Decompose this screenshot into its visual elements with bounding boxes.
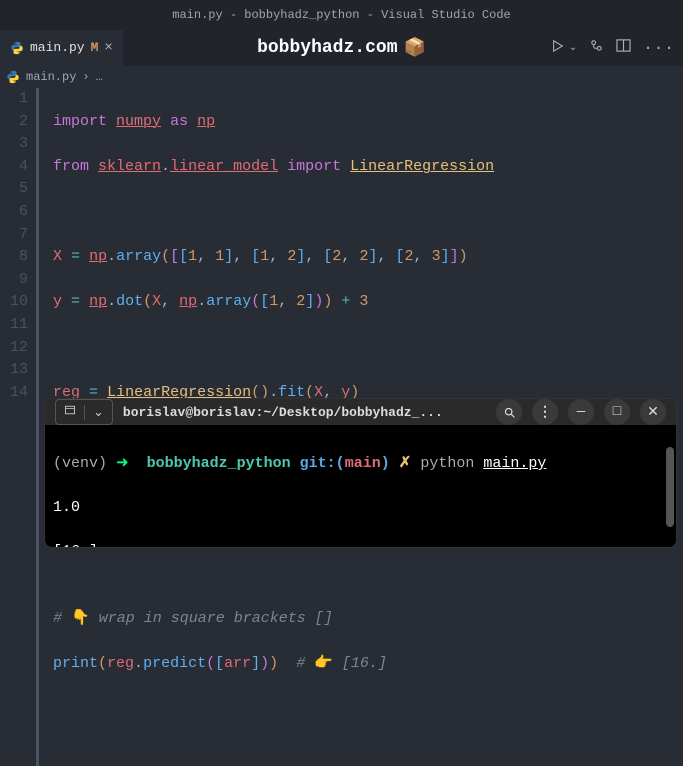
breadcrumb-more: … xyxy=(96,70,103,84)
close-button[interactable]: ✕ xyxy=(640,399,666,425)
terminal-new-tab[interactable]: ⌄ xyxy=(55,399,113,425)
window-titlebar: main.py - bobbyhadz_python - Visual Stud… xyxy=(0,0,683,30)
line-gutter: 1234567891011121314 xyxy=(0,88,36,766)
terminal-header: ⌄ borislav@borislav:~/Desktop/bobbyhadz_… xyxy=(45,399,676,425)
python-icon xyxy=(6,70,20,84)
tab-filename: main.py xyxy=(30,40,85,55)
compare-icon[interactable] xyxy=(589,38,604,58)
breadcrumb-separator: › xyxy=(82,70,89,84)
maximize-button[interactable]: □ xyxy=(604,399,630,425)
terminal-body[interactable]: (venv) ➜ bobbyhadz_python git:(main) ✗ p… xyxy=(45,425,676,548)
run-icon[interactable] xyxy=(551,39,565,58)
tab-close-icon[interactable]: × xyxy=(104,40,112,56)
terminal-line: (venv) ➜ bobbyhadz_python git:(main) ✗ p… xyxy=(53,453,668,475)
run-dropdown-icon[interactable]: ⌄ xyxy=(569,42,577,54)
terminal-window: ⌄ borislav@borislav:~/Desktop/bobbyhadz_… xyxy=(44,398,677,548)
chevron-down-icon: ⌄ xyxy=(84,405,112,420)
terminal-output: 1.0 xyxy=(53,497,668,519)
package-icon: 📦 xyxy=(404,37,426,59)
editor-actions: ⌄ ··· xyxy=(551,38,675,58)
breadcrumb[interactable]: main.py › … xyxy=(0,66,683,88)
breadcrumb-file: main.py xyxy=(26,70,76,84)
search-button[interactable] xyxy=(496,399,522,425)
menu-button[interactable]: ⋮ xyxy=(532,399,558,425)
watermark: bobbyhadz.com 📦 xyxy=(257,37,426,59)
tab-main-py[interactable]: main.py M × xyxy=(0,30,123,66)
minimize-button[interactable]: — xyxy=(568,399,594,425)
tab-bar: main.py M × bobbyhadz.com 📦 ⌄ ··· xyxy=(0,30,683,66)
tab-modified-indicator: M xyxy=(91,40,99,55)
python-icon xyxy=(10,41,24,55)
terminal-output: [16.] xyxy=(53,541,668,548)
watermark-text: bobbyhadz.com xyxy=(257,38,397,58)
terminal-scrollbar[interactable] xyxy=(666,447,674,527)
window-title: main.py - bobbyhadz_python - Visual Stud… xyxy=(172,8,510,22)
terminal-title: borislav@borislav:~/Desktop/bobbyhadz_..… xyxy=(123,405,486,420)
plus-icon xyxy=(56,404,84,420)
split-editor-icon[interactable] xyxy=(616,38,631,58)
more-actions-icon[interactable]: ··· xyxy=(643,39,675,57)
